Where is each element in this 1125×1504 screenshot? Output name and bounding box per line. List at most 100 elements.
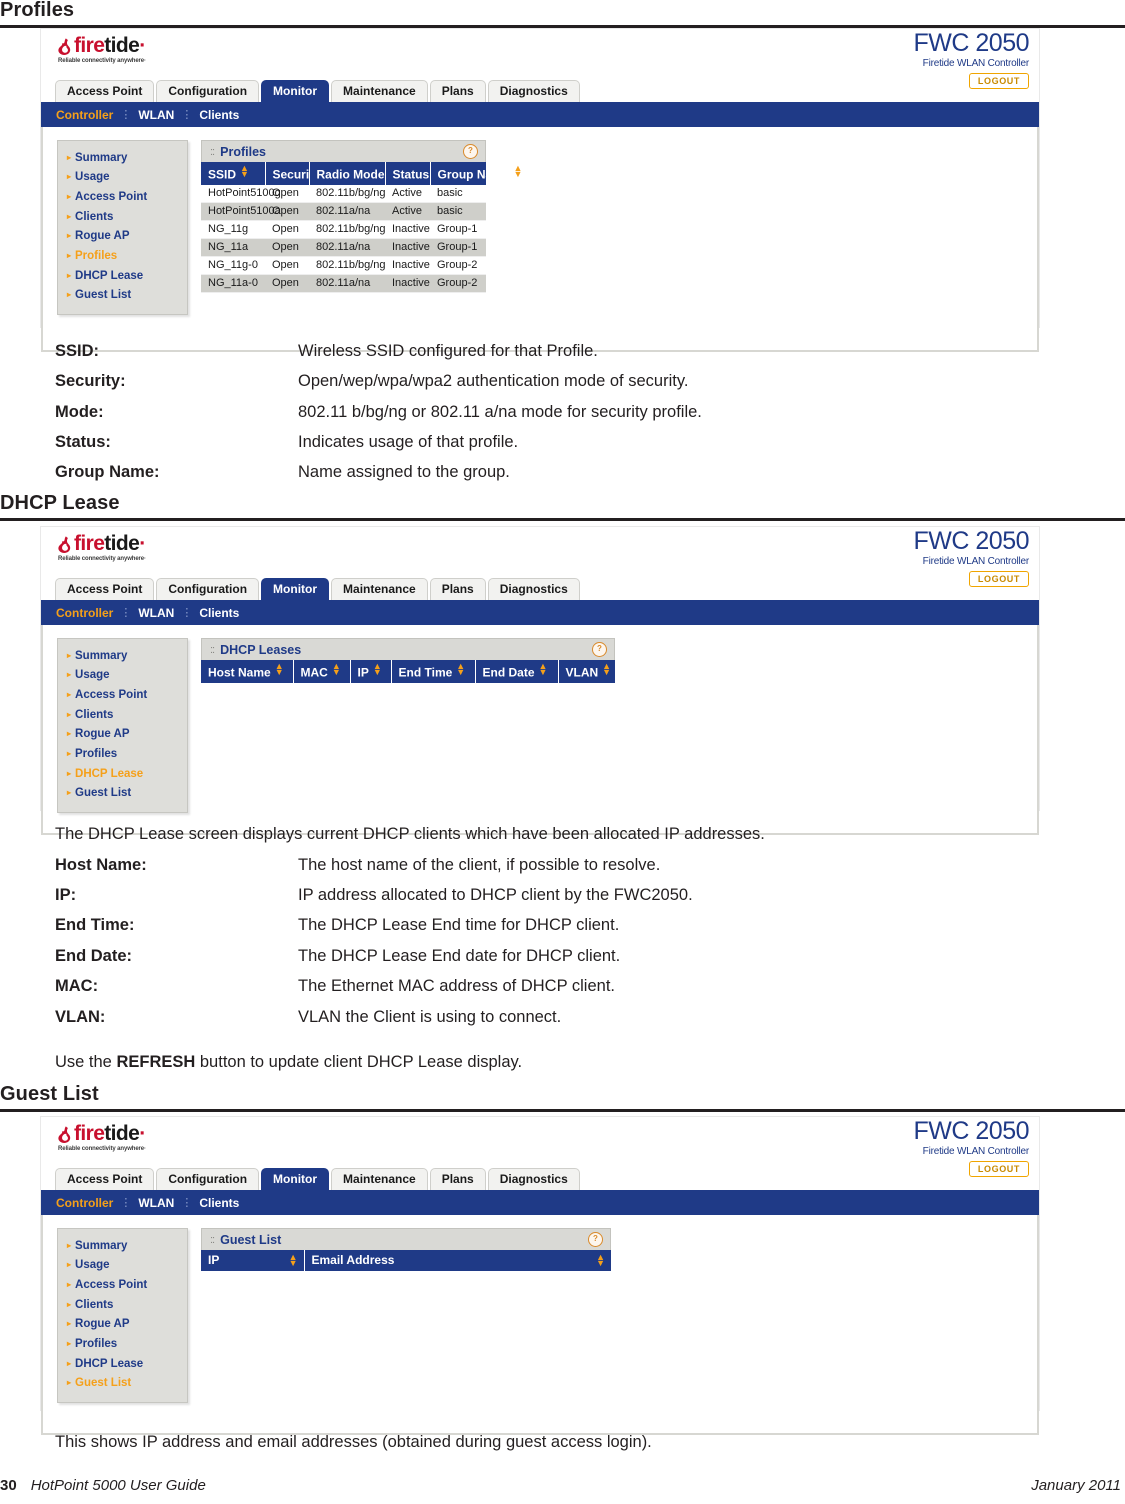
sidebar-item-clients[interactable]: ▸ Clients <box>58 1295 187 1315</box>
column-header-status[interactable]: Status▲▼ <box>385 162 442 186</box>
tab-maintenance[interactable]: Maintenance <box>331 1167 428 1190</box>
tab-plans[interactable]: Plans <box>429 577 486 600</box>
breadcrumb-item-controller[interactable]: Controller <box>56 108 113 122</box>
table-row: HotPoint5100a Open 802.11a/na Active basic <box>201 202 486 222</box>
firetide-logo: firetide· Reliable connectivity anywhere… <box>58 35 218 64</box>
drag-grip-icon: :: <box>210 643 215 656</box>
breadcrumb-item-clients[interactable]: Clients <box>199 606 239 620</box>
column-header-group-name[interactable]: Group Name ▲ ▼ <box>430 162 522 186</box>
column-header-radio-mode[interactable]: Radio Mode▲▼ <box>309 162 397 186</box>
help-icon[interactable]: ? <box>592 642 607 657</box>
tab-configuration[interactable]: Configuration <box>156 1167 260 1190</box>
flame-icon <box>58 536 71 553</box>
sidebar-item-usage[interactable]: ▸ Usage <box>58 168 187 188</box>
tab-configuration[interactable]: Configuration <box>156 577 260 600</box>
column-header-security[interactable]: Security▲▼ <box>265 162 333 186</box>
page-number: 30 <box>0 1477 17 1494</box>
sidebar-item-rogue-ap[interactable]: ▸ Rogue AP <box>58 725 187 745</box>
definition-term: Status: <box>55 433 111 452</box>
breadcrumb-item-wlan[interactable]: WLAN <box>138 606 174 620</box>
sidebar-item-summary[interactable]: ▸ Summary <box>58 1236 187 1256</box>
sidebar-item-label: Profiles <box>75 249 118 262</box>
sidebar-item-dhcp-lease[interactable]: ▸ DHCP Lease <box>58 266 187 286</box>
sidebar-item-summary[interactable]: ▸ Summary <box>58 646 187 666</box>
tab-plans[interactable]: Plans <box>429 79 486 102</box>
tab-monitor[interactable]: Monitor <box>261 577 330 600</box>
sidebar-item-profiles[interactable]: ▸ Profiles <box>58 1334 187 1354</box>
sidebar-item-label: Usage <box>75 1259 110 1272</box>
tab-access-point[interactable]: Access Point <box>55 1167 155 1190</box>
sidebar-item-guest-list[interactable]: ▸ Guest List <box>58 784 187 804</box>
column-header-host-name[interactable]: Host Name ▲ ▼ <box>201 660 294 684</box>
sidebar-item-usage[interactable]: ▸ Usage <box>58 1256 187 1276</box>
column-header-ip[interactable]: IP ▲ ▼ <box>201 1250 305 1271</box>
column-header-mac[interactable]: MAC ▲ ▼ <box>293 660 351 684</box>
sidebar-item-summary[interactable]: ▸ Summary <box>58 148 187 168</box>
table-cell: 802.11b/bg/ng <box>309 256 386 276</box>
tab-monitor[interactable]: Monitor <box>261 79 330 102</box>
sidebar-item-guest-list[interactable]: ▸ Guest List <box>58 286 187 306</box>
sort-icon: ▲▼ <box>513 163 523 180</box>
sidebar-item-profiles[interactable]: ▸ Profiles <box>58 744 187 764</box>
breadcrumb-item-clients[interactable]: Clients <box>199 108 239 122</box>
sidebar-item-rogue-ap[interactable]: ▸ Rogue AP <box>58 227 187 247</box>
help-icon[interactable]: ? <box>463 144 478 159</box>
table-cell: Group-2 <box>430 274 486 294</box>
sidebar-item-access-point[interactable]: ▸ Access Point <box>58 187 187 207</box>
sidebar-item-usage[interactable]: ▸ Usage <box>58 666 187 686</box>
tab-diagnostics[interactable]: Diagnostics <box>487 79 580 102</box>
tab-configuration[interactable]: Configuration <box>156 79 260 102</box>
logo-tagline: Reliable connectivity anywhere· <box>58 1146 146 1152</box>
refresh-note-suffix: button to update client DHCP Lease displ… <box>195 1052 523 1071</box>
footer-date: January 2011 <box>1031 1477 1121 1494</box>
sidebar-item-dhcp-lease[interactable]: ▸ DHCP Lease <box>58 764 187 784</box>
table-cell: 802.11b/bg/ng <box>309 220 386 240</box>
table-header-row: SSID▲▼ Security▲▼ Radio Mode▲▼ Status▲▼ … <box>201 162 522 186</box>
sidebar-item-guest-list[interactable]: ▸ Guest List <box>58 1374 187 1394</box>
chevron-right-icon: ▸ <box>67 152 72 162</box>
table-cell: Active <box>385 202 430 222</box>
sidebar-item-clients[interactable]: ▸ Clients <box>58 705 187 725</box>
chevron-right-icon: ▸ <box>67 788 72 798</box>
logo-trademark: · <box>139 34 146 57</box>
column-header-ssid[interactable]: SSID ▲ ▼ <box>201 162 266 186</box>
table-cell: Open <box>265 220 309 240</box>
definition-term: SSID: <box>55 342 100 360</box>
sidebar-item-clients[interactable]: ▸ Clients <box>58 207 187 227</box>
chevron-right-icon: ▸ <box>67 689 72 699</box>
logo-word-fire: fire <box>74 34 105 57</box>
column-header-end-time[interactable]: End Time ▲ ▼ <box>391 660 476 684</box>
tab-access-point[interactable]: Access Point <box>55 79 155 102</box>
breadcrumb-item-controller[interactable]: Controller <box>56 1196 113 1210</box>
column-header-ip[interactable]: IP ▲ ▼ <box>350 660 392 684</box>
breadcrumb-item-controller[interactable]: Controller <box>56 606 113 620</box>
logo-tagline: Reliable connectivity anywhere· <box>58 58 146 64</box>
sidebar-item-label: Clients <box>75 210 114 223</box>
sidebar-item-access-point[interactable]: ▸ Access Point <box>58 685 187 705</box>
tab-plans[interactable]: Plans <box>429 1167 486 1190</box>
table-cell: 802.11a/na <box>309 238 385 258</box>
sidebar-item-profiles[interactable]: ▸ Profiles <box>58 246 187 266</box>
breadcrumb-item-wlan[interactable]: WLAN <box>138 1196 174 1210</box>
column-header-end-date[interactable]: End Date ▲ ▼ <box>475 660 559 684</box>
product-subtitle: Firetide WLAN Controller <box>922 58 1030 69</box>
tab-diagnostics[interactable]: Diagnostics <box>487 577 580 600</box>
tab-access-point[interactable]: Access Point <box>55 577 155 600</box>
tab-maintenance[interactable]: Maintenance <box>331 79 428 102</box>
product-name: FWC 2050 <box>913 527 1030 555</box>
app-brand-row: firetide· Reliable connectivity anywhere… <box>41 1117 1039 1177</box>
table-header-row: Host Name ▲ ▼ MAC ▲ ▼ IP ▲ ▼ End Time ▲ ▼ End Da… <box>201 660 615 684</box>
column-header-email-address[interactable]: Email Address ▲ ▼ <box>304 1250 611 1271</box>
tab-monitor[interactable]: Monitor <box>261 1167 330 1190</box>
tab-maintenance[interactable]: Maintenance <box>331 577 428 600</box>
help-icon[interactable]: ? <box>588 1232 603 1247</box>
sidebar-item-rogue-ap[interactable]: ▸ Rogue AP <box>58 1315 187 1335</box>
breadcrumb-item-wlan[interactable]: WLAN <box>138 108 174 122</box>
breadcrumb-item-clients[interactable]: Clients <box>199 1196 239 1210</box>
sidebar-item-dhcp-lease[interactable]: ▸ DHCP Lease <box>58 1354 187 1374</box>
column-header-vlan[interactable]: VLAN ▲ ▼ <box>558 660 615 684</box>
sidebar-item-access-point[interactable]: ▸ Access Point <box>58 1275 187 1295</box>
definition-description: Wireless SSID configured for that Profil… <box>298 342 598 360</box>
tab-diagnostics[interactable]: Diagnostics <box>487 1167 580 1190</box>
chevron-right-icon: ▸ <box>67 1358 72 1368</box>
